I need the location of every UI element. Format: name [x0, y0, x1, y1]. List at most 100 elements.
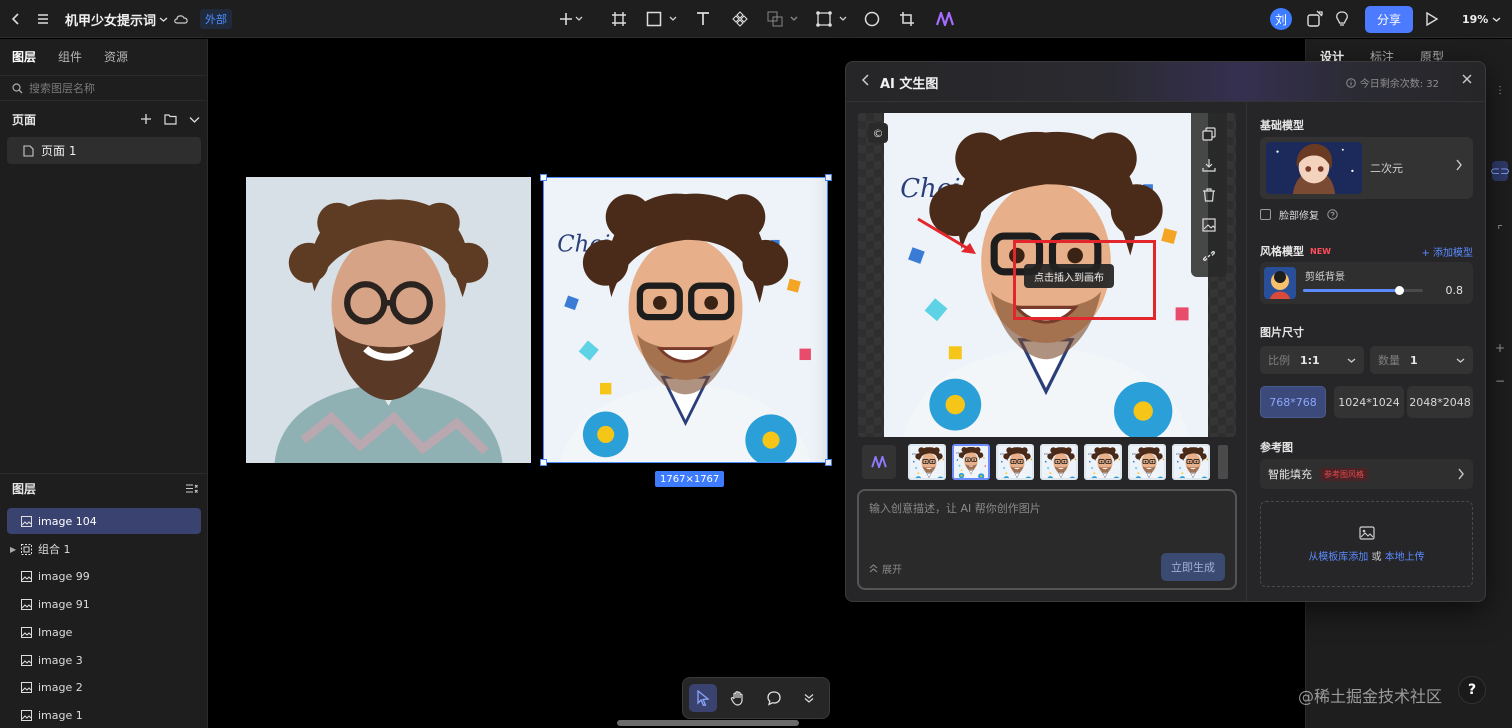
base-model-selector[interactable]: 二次元 [1260, 137, 1473, 199]
thumbnail-item[interactable] [1040, 444, 1078, 480]
help-icon[interactable] [1327, 209, 1338, 220]
thumbnail-item-selected[interactable] [952, 444, 990, 480]
share-button[interactable]: 分享 [1365, 5, 1413, 33]
face-fix-option[interactable]: 脸部修复 [1260, 207, 1338, 222]
generated-image-preview[interactable]: 点击插入到画布 © [858, 113, 1236, 437]
help-button[interactable]: ? [1458, 676, 1486, 704]
layer-item[interactable]: image 91 [7, 591, 201, 617]
copy-icon[interactable] [1202, 127, 1216, 141]
layer-item[interactable]: Image [7, 619, 201, 645]
ai-logo-icon[interactable] [936, 0, 954, 38]
page-item-1[interactable]: 页面 1 [7, 137, 201, 164]
generated-image[interactable]: 点击插入到画布 [884, 113, 1208, 437]
add-page-icon[interactable] [140, 113, 152, 125]
menu-icon[interactable] [36, 0, 50, 38]
image-edit-icon[interactable] [1202, 218, 1216, 232]
layer-search[interactable]: 搜索图层名称 [0, 75, 208, 101]
horizontal-scrollbar[interactable] [617, 720, 799, 726]
download-icon[interactable] [1202, 158, 1216, 172]
folder-icon[interactable] [164, 113, 177, 125]
link-icon[interactable] [1202, 249, 1216, 263]
resize-handle[interactable] [825, 459, 832, 466]
thumbnail-item[interactable] [1172, 444, 1210, 480]
expand-toggle[interactable]: 展开 [869, 561, 902, 576]
thumbnail-image [1086, 446, 1122, 480]
count-value: 1 [1410, 353, 1418, 367]
thumbnail-item[interactable] [908, 444, 946, 480]
local-upload-link[interactable]: 本地上传 [1385, 552, 1425, 563]
canvas-image-original[interactable] [246, 177, 531, 463]
frame-tool-icon[interactable] [611, 0, 627, 38]
back-icon[interactable] [860, 73, 872, 87]
thumbnail-scrollbar[interactable] [1218, 445, 1228, 479]
style-model-card[interactable]: 剪纸背景 0.8 [1260, 262, 1473, 304]
close-icon[interactable] [1461, 73, 1473, 85]
tab-assets[interactable]: 资源 [104, 48, 128, 65]
delete-icon[interactable] [1202, 188, 1216, 202]
layer-item[interactable]: image 2 [7, 674, 201, 700]
rectangle-tool-icon[interactable] [646, 0, 680, 38]
play-icon[interactable] [1425, 0, 1439, 38]
remaining-count-text: 今日剩余次数: 32 [1359, 79, 1439, 90]
copyright-icon[interactable]: © [868, 123, 888, 143]
plus-icon[interactable]: + [1492, 341, 1508, 355]
thumbnail-item[interactable] [1128, 444, 1166, 480]
expand-caret-icon[interactable]: ▶ [10, 545, 16, 554]
user-avatar[interactable]: 刘 [1270, 8, 1292, 30]
ai-logo-icon [871, 456, 887, 468]
thumbnail-item[interactable] [996, 444, 1034, 480]
more-tools[interactable] [796, 684, 824, 712]
resize-handle[interactable] [540, 459, 547, 466]
plugin-icon[interactable] [1306, 0, 1324, 38]
crop-tool-icon[interactable] [899, 0, 915, 38]
add-model-link[interactable]: + 添加模型 [1421, 244, 1473, 259]
slider-knob[interactable] [1395, 286, 1404, 295]
selection-box[interactable] [543, 177, 828, 463]
tab-layers[interactable]: 图层 [12, 48, 36, 65]
size-option-2048[interactable]: 2048*2048 [1407, 386, 1473, 418]
generate-button[interactable]: 立即生成 [1161, 553, 1225, 581]
layer-item[interactable]: image 104 [7, 508, 201, 534]
document-title[interactable]: 机甲少女提示词 [65, 0, 168, 38]
thumbnail-item[interactable] [1084, 444, 1122, 480]
count-select[interactable]: 数量 1 [1370, 346, 1473, 374]
cloud-sync-icon [173, 0, 189, 38]
reference-upload-area[interactable]: 从模板库添加 或 本地上传 [1260, 501, 1473, 587]
face-fix-checkbox[interactable] [1260, 209, 1271, 220]
size-option-1024[interactable]: 1024*1024 [1334, 386, 1404, 418]
zoom-level[interactable]: 19% [1462, 0, 1501, 38]
smart-fill-selector[interactable]: 智能填充 参考图风格 [1260, 459, 1473, 489]
bulb-icon[interactable] [1335, 0, 1349, 38]
comment-tool[interactable] [760, 684, 788, 712]
back-icon[interactable] [9, 0, 23, 38]
boolean-tool-icon[interactable] [767, 0, 801, 38]
insert-plus-icon[interactable] [559, 0, 583, 38]
tab-components[interactable]: 组件 [58, 48, 82, 65]
ratio-select[interactable]: 比例 1:1 [1260, 346, 1364, 374]
minus-icon[interactable]: − [1492, 374, 1508, 388]
style-weight-slider[interactable] [1303, 286, 1423, 295]
prompt-input[interactable]: 输入创意描述，让 AI 帮你创作图片 展开 立即生成 [857, 489, 1237, 590]
resize-handle[interactable] [540, 174, 547, 181]
collapse-layers-icon[interactable] [185, 483, 198, 494]
chevron-down-icon[interactable] [189, 114, 200, 125]
zoom-value: 19% [1462, 12, 1489, 26]
hand-tool[interactable] [725, 684, 753, 712]
align-icon[interactable]: ⫶ [1492, 84, 1508, 99]
select-tool[interactable] [689, 684, 717, 712]
resize-handle[interactable] [825, 174, 832, 181]
component-tool-icon[interactable] [732, 0, 748, 38]
add-from-library-link[interactable]: 从模板库添加 [1308, 552, 1368, 563]
layer-item[interactable]: image 3 [7, 647, 201, 673]
preview-actions [1191, 113, 1227, 277]
text-tool-icon[interactable] [695, 0, 711, 38]
ai-logo-button[interactable] [862, 445, 896, 479]
link-icon[interactable]: ⊂⊃ [1490, 161, 1510, 181]
corner-icon[interactable]: ⌜ [1492, 223, 1508, 237]
layer-item[interactable]: ▶ 组合 1 [7, 536, 201, 562]
size-option-768[interactable]: 768*768 [1260, 386, 1326, 418]
layer-item[interactable]: image 99 [7, 563, 201, 589]
ellipse-tool-icon[interactable] [864, 0, 880, 38]
path-tool-icon[interactable] [816, 0, 850, 38]
layer-item[interactable]: image 1 [7, 702, 201, 728]
